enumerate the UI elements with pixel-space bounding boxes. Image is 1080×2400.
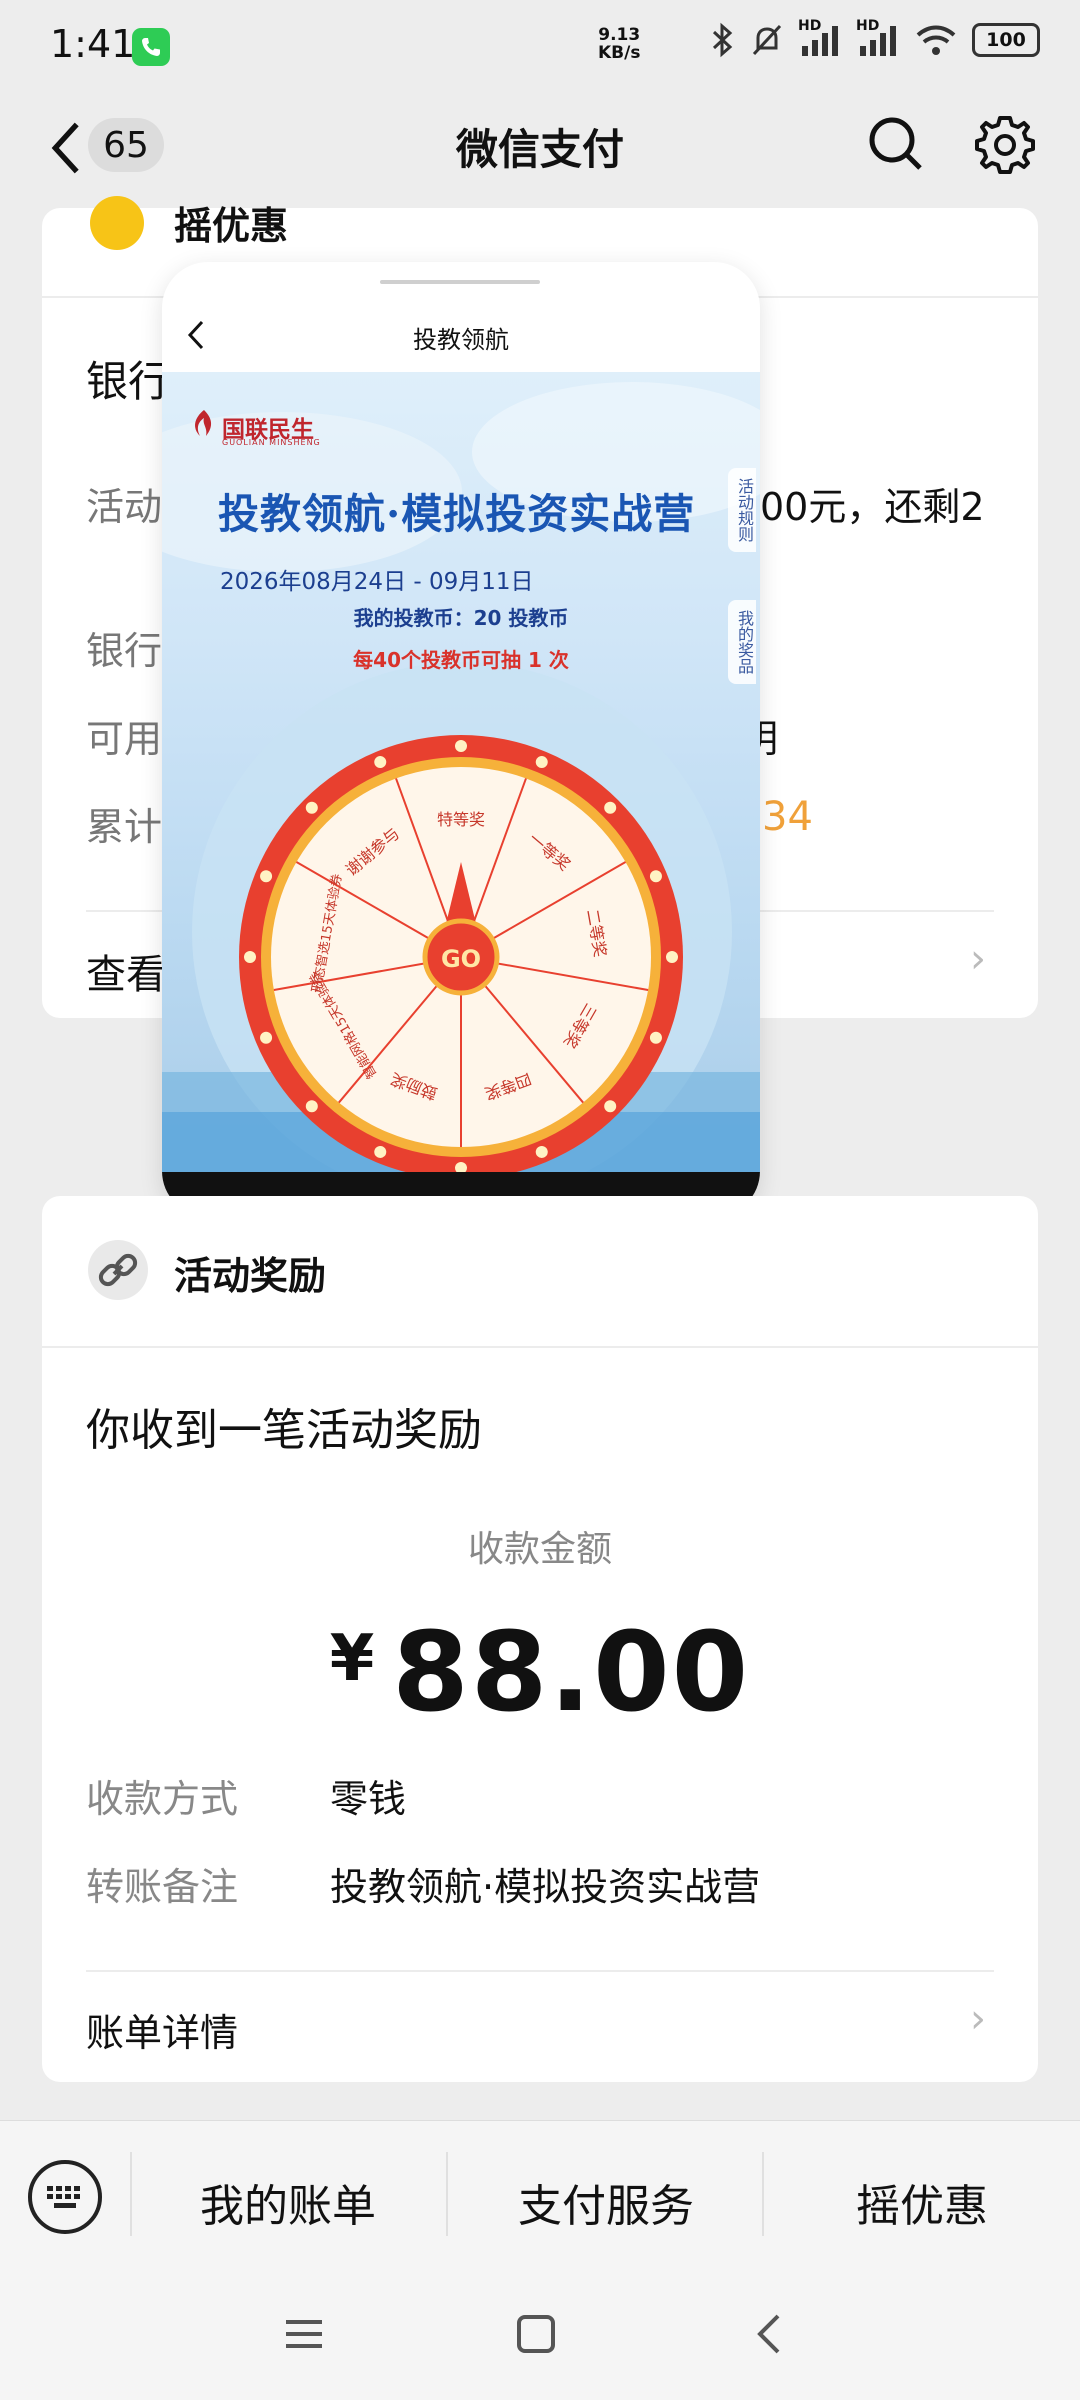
mini-program-popup[interactable]: 投教领航 国联民生 GUOLIAN MINSHENG 投教领航·模拟投资实战营 … [162, 262, 760, 1217]
my-prizes-tab[interactable]: 我的奖品 [728, 600, 756, 684]
tab-shake-discount[interactable]: 摇优惠 [772, 2170, 1072, 2234]
signal-1: HD [798, 18, 842, 58]
transfer-note-label: 转账备注 [86, 1865, 239, 1909]
popup-title: 投教领航 [413, 326, 509, 354]
transfer-note-value: 投教领航·模拟投资实战营 [330, 1865, 761, 1909]
go-label[interactable]: GO [441, 945, 481, 973]
payment-method-value: 零钱 [330, 1777, 407, 1821]
shake-discount-icon [90, 196, 144, 250]
divider [42, 1346, 1038, 1348]
tab-separator [762, 2152, 764, 2236]
card1-row-activity-value: 00元，还剩2 [760, 485, 985, 529]
brand-logo-subtext: GUOLIAN MINSHENG [222, 438, 321, 447]
wifi-icon [916, 25, 956, 55]
wheel-light-bulb [260, 1031, 273, 1044]
payment-method-label: 收款方式 [86, 1777, 239, 1821]
amount-value: ¥88.00 [0, 1608, 1080, 1736]
wheel-light-bulb [374, 1145, 387, 1158]
divider [86, 1970, 994, 1972]
card1-row-available: 可用 [86, 717, 163, 761]
wheel-light-bulb [305, 1100, 318, 1113]
wheel-light-bulb [374, 756, 387, 769]
mute-bell-icon [752, 24, 782, 56]
network-speed: 9.13 KB/s [598, 25, 641, 63]
chevron-right-icon: › [970, 1996, 986, 2042]
status-icons: HD HD 100 [710, 18, 1040, 58]
card1-row-bank2: 银行 [86, 629, 163, 673]
draw-rule: 每40个投教币可抽 1 次 [353, 648, 569, 672]
activity-rules-tab[interactable]: 活动规则 [728, 468, 756, 552]
prize-wheel[interactable]: 特等奖一等奖二等奖三等奖四等奖鼓励奖智能网格15天体验券形态智选15天体验券谢谢… [236, 732, 686, 1172]
phone-call-icon [132, 28, 170, 66]
wheel-light-bulb [244, 951, 256, 963]
bill-details-link[interactable]: 账单详情 [86, 2002, 238, 2057]
wheel-light-bulb [604, 801, 617, 814]
chevron-right-icon: › [970, 936, 986, 982]
campaign-dates: 2026年08月24日 - 09月11日 [220, 569, 534, 595]
tab-separator [446, 2152, 448, 2236]
drag-handle[interactable] [380, 280, 540, 284]
campaign-title: 投教领航·模拟投资实战营 [218, 490, 696, 538]
campaign-banner: 国联民生 GUOLIAN MINSHENG 投教领航·模拟投资实战营 2026年… [162, 372, 760, 1172]
wheel-light-bulb [649, 870, 662, 883]
reward-received-text: 你收到一笔活动奖励 [86, 1405, 482, 1456]
reward-card-title: 活动奖励 [174, 1254, 327, 1298]
wheel-light-bulb [535, 756, 548, 769]
card1-view-link[interactable]: 查看 [86, 942, 166, 1000]
card1-row-bank: 银行 [86, 357, 171, 406]
logo-flame-icon [195, 410, 212, 436]
tab-payment-services[interactable]: 支付服务 [456, 2170, 756, 2234]
card1-row-total: 累计 [86, 805, 163, 849]
tab-my-bills[interactable]: 我的账单 [138, 2170, 438, 2234]
wheel-light-bulb [455, 740, 467, 752]
amount-label: 收款金额 [467, 1529, 612, 1570]
wheel-light-bulb [260, 870, 273, 883]
signal-2: HD [856, 18, 900, 58]
wheel-light-bulb [535, 1145, 548, 1158]
bluetooth-icon [712, 22, 733, 58]
settings-gear-icon[interactable] [972, 112, 1038, 178]
home-icon[interactable] [514, 2312, 558, 2356]
keyboard-icon[interactable] [28, 2160, 102, 2234]
menu-icon[interactable] [282, 2312, 326, 2356]
battery-icon: 100 [972, 23, 1040, 57]
wheel-light-bulb [649, 1031, 662, 1044]
tab-separator [130, 2152, 132, 2236]
wheel-light-bulb [604, 1100, 617, 1113]
amount-number: 88.00 [392, 1608, 751, 1736]
search-icon[interactable] [866, 114, 926, 174]
link-icon [88, 1240, 148, 1300]
card1-row-total-value: 34 [762, 794, 813, 840]
wheel-light-bulb [305, 801, 318, 814]
shake-discount-title: 摇优惠 [174, 204, 289, 248]
wheel-light-bulb [666, 951, 678, 963]
currency-symbol: ¥ [329, 1622, 377, 1696]
system-back-icon[interactable] [750, 2310, 790, 2358]
card1-row-activity: 活动 [86, 485, 163, 529]
my-coins: 我的投教币：20 投教币 [353, 606, 569, 630]
status-time: 1:41 [50, 22, 136, 66]
wheel-segment-label: 特等奖 [437, 810, 485, 829]
